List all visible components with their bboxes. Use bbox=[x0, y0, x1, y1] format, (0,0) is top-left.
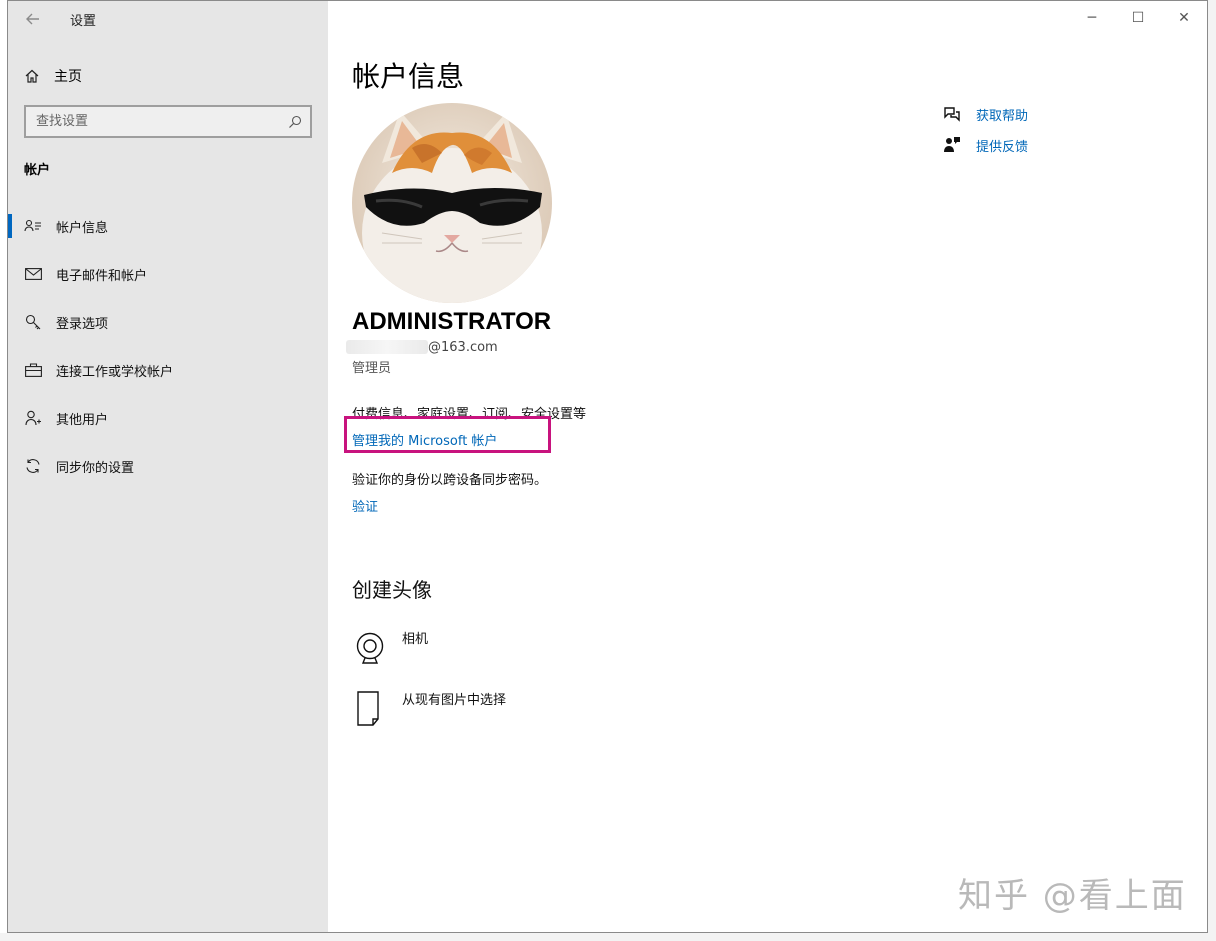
background-strip-right bbox=[1208, 0, 1216, 941]
briefcase-icon bbox=[24, 361, 42, 379]
sidebar-item-label: 其他用户 bbox=[56, 412, 109, 428]
user-email: @163.com bbox=[346, 338, 498, 356]
get-help-label: 获取帮助 bbox=[976, 108, 1029, 124]
create-avatar-title: 创建头像 bbox=[352, 578, 432, 602]
get-help-link[interactable]: 获取帮助 bbox=[942, 103, 1028, 125]
sidebar-item-work-school[interactable]: 连接工作或学校帐户 bbox=[8, 352, 328, 388]
search-input[interactable] bbox=[34, 113, 288, 130]
sidebar-item-label: 帐户信息 bbox=[56, 220, 109, 236]
sidebar-item-sync[interactable]: 同步你的设置 bbox=[8, 448, 328, 484]
key-icon bbox=[24, 313, 42, 331]
file-icon bbox=[352, 689, 388, 729]
sidebar-item-other-users[interactable]: 其他用户 bbox=[8, 400, 328, 436]
manage-microsoft-account-link[interactable]: 管理我的 Microsoft 帐户 bbox=[352, 430, 497, 449]
search-box[interactable] bbox=[24, 105, 312, 138]
settings-window: 设置 主页 帐户 帐户信息 电子邮件和帐户 登录选项 bbox=[7, 0, 1208, 933]
user-avatar bbox=[352, 103, 552, 303]
main-content: 帐户信息 ADMINISTRATOR @163.com 管理员 付费信息、家庭设… bbox=[328, 1, 1207, 932]
sync-icon bbox=[24, 457, 42, 475]
page-title: 帐户信息 bbox=[352, 60, 465, 93]
sidebar-item-signin[interactable]: 登录选项 bbox=[8, 304, 328, 340]
verify-description: 验证你的身份以跨设备同步密码。 bbox=[352, 473, 548, 488]
sidebar: 设置 主页 帐户 帐户信息 电子邮件和帐户 登录选项 bbox=[8, 1, 328, 932]
watermark: 知乎 @看上面 bbox=[958, 876, 1187, 916]
sidebar-item-label: 连接工作或学校帐户 bbox=[56, 364, 174, 380]
background-strip-bottom bbox=[0, 933, 1216, 941]
person-add-icon bbox=[24, 409, 42, 427]
choose-picture-option[interactable]: 从现有图片中选择 bbox=[352, 689, 506, 729]
verify-link[interactable]: 验证 bbox=[352, 496, 378, 515]
camera-label: 相机 bbox=[402, 632, 429, 647]
back-arrow-icon bbox=[26, 13, 39, 25]
sidebar-item-label: 电子邮件和帐户 bbox=[56, 268, 148, 284]
home-icon bbox=[25, 69, 39, 83]
camera-option[interactable]: 相机 bbox=[352, 628, 428, 668]
home-nav[interactable]: 主页 bbox=[24, 65, 82, 87]
search-icon bbox=[289, 115, 302, 128]
feedback-link[interactable]: 提供反馈 bbox=[942, 134, 1028, 156]
back-button[interactable] bbox=[18, 5, 48, 33]
email-suffix: @163.com bbox=[428, 339, 498, 355]
sidebar-item-email[interactable]: 电子邮件和帐户 bbox=[8, 256, 328, 292]
email-redaction bbox=[346, 340, 428, 354]
camera-icon bbox=[352, 628, 388, 668]
help-panel: 获取帮助 提供反馈 bbox=[942, 103, 1028, 165]
feedback-label: 提供反馈 bbox=[976, 139, 1029, 155]
section-label: 帐户 bbox=[24, 163, 51, 178]
mail-icon bbox=[24, 265, 42, 283]
sidebar-item-label: 同步你的设置 bbox=[56, 460, 135, 476]
choose-picture-label: 从现有图片中选择 bbox=[402, 693, 507, 708]
person-card-icon bbox=[24, 217, 42, 235]
user-name: ADMINISTRATOR bbox=[352, 308, 552, 335]
user-role: 管理员 bbox=[352, 361, 392, 376]
sidebar-item-label: 登录选项 bbox=[56, 316, 109, 332]
feedback-icon bbox=[942, 135, 962, 155]
sidebar-item-account-info[interactable]: 帐户信息 bbox=[8, 208, 328, 244]
home-label: 主页 bbox=[54, 69, 82, 85]
app-title: 设置 bbox=[70, 14, 97, 29]
chat-help-icon bbox=[942, 104, 962, 124]
